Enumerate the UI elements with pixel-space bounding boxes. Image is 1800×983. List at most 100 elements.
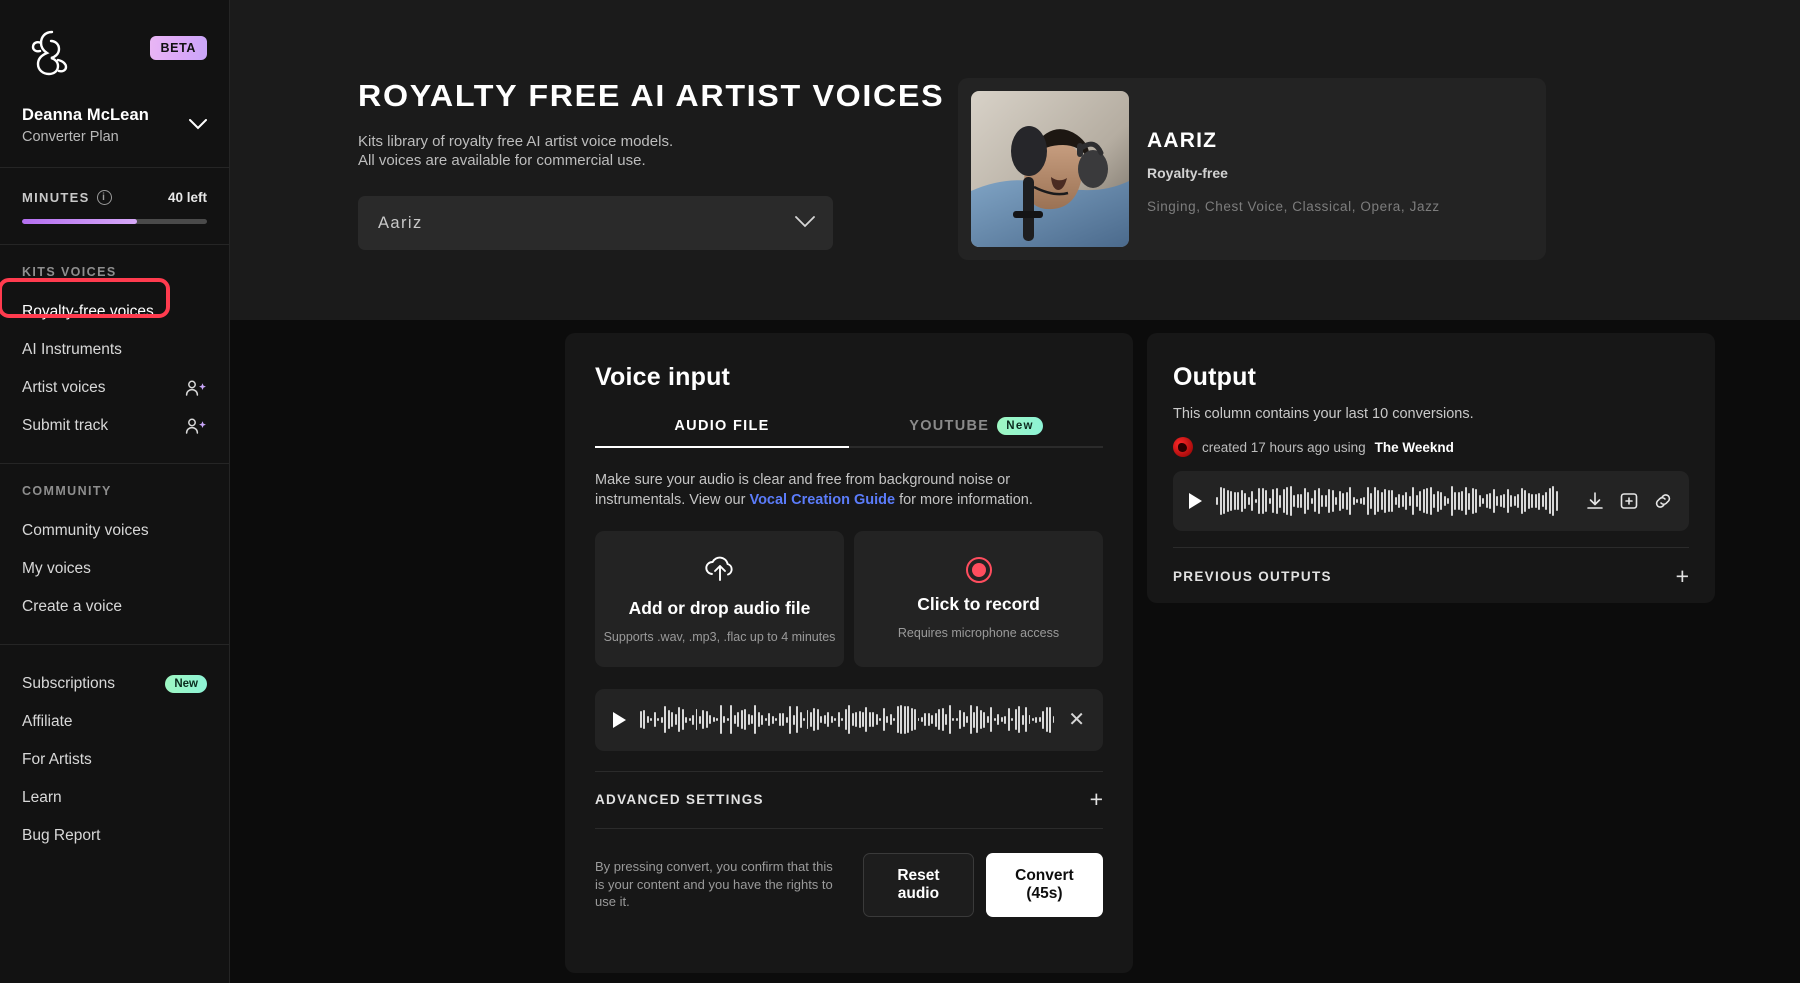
download-icon[interactable] [1585,491,1605,511]
tab-youtube[interactable]: YOUTUBENew [849,418,1103,448]
sidebar-item-for-artists[interactable]: For Artists [0,741,229,779]
copy-link-icon[interactable] [1653,491,1673,511]
save-to-library-icon[interactable] [1619,491,1639,511]
hero-subtitle-line2: All voices are available for commercial … [358,152,646,169]
previous-outputs-label: PREVIOUS OUTPUTS [1173,569,1332,584]
input-methods: Add or drop audio file Supports .wav, .m… [595,531,1103,667]
sidebar-item-artist-voices[interactable]: Artist voices [0,369,229,407]
sidebar-item-learn[interactable]: Learn [0,779,229,817]
voice-card-name: AARIZ [1147,129,1440,153]
created-prefix: created 17 hours ago using [1202,440,1366,455]
close-icon[interactable]: ✕ [1068,710,1085,730]
chevron-down-icon [795,215,815,232]
info-icon[interactable]: i [97,190,112,205]
hero-inner: ROYALTY FREE AI ARTIST VOICES Kits libra… [230,78,1800,260]
app-window: BETA Deanna McLean Converter Plan MINUTE… [0,0,1800,983]
account-switcher[interactable]: Deanna McLean Converter Plan [22,106,207,167]
play-icon[interactable] [613,712,626,728]
content-columns: Voice input AUDIO FILEYOUTUBENew Make su… [230,320,1800,973]
main-content: ROYALTY FREE AI ARTIST VOICES Kits libra… [230,0,1800,983]
output-waveform[interactable] [1216,484,1571,518]
voice-card-tags: Singing, Chest Voice, Classical, Opera, … [1147,199,1440,214]
minutes-progress-track [22,219,207,224]
sidebar-item-create-a-voice[interactable]: Create a voice [0,588,229,626]
sidebar-item-label: AI Instruments [22,341,122,359]
reset-audio-button[interactable]: Reset audio [863,853,974,917]
record-title: Click to record [917,594,1040,615]
sidebar-item-royalty-free-voices[interactable]: Royalty-free voices [0,293,229,331]
sidebar-item-label: For Artists [22,751,92,769]
previous-outputs-toggle[interactable]: PREVIOUS OUTPUTS + [1173,547,1689,605]
plus-icon: + [1676,565,1689,588]
minutes-row: MINUTES i 40 left [22,190,207,205]
output-description: This column contains your last 10 conver… [1173,406,1689,422]
sidebar-item-label: Submit track [22,417,108,435]
sidebar-top: BETA Deanna McLean Converter Plan [0,0,229,167]
new-badge: New [165,675,207,693]
input-waveform[interactable] [640,703,1054,737]
hero-subtitle-line1: Kits library of royalty free AI artist v… [358,133,673,150]
advanced-settings-toggle[interactable]: ADVANCED SETTINGS + [595,771,1103,829]
input-audio-player[interactable]: ✕ [595,689,1103,751]
sidebar-item-label: Artist voices [22,379,106,397]
selected-voice-card[interactable]: AARIZ Royalty-free Singing, Chest Voice,… [958,78,1546,260]
sidebar-item-label: Royalty-free voices [22,303,154,321]
sidebar-item-community-voices[interactable]: Community voices [0,512,229,550]
voice-input-hint: Make sure your audio is clear and free f… [595,470,1103,511]
sidebar-group-heading: KITS VOICES [0,265,229,293]
voice-select[interactable]: Aariz [358,196,833,250]
play-icon[interactable] [1189,493,1202,509]
chevron-down-icon[interactable] [189,118,207,134]
action-buttons: Reset audio Convert (45s) [863,853,1103,917]
minutes-label: MINUTES i [22,190,112,205]
minutes-progress-fill [22,219,137,224]
sidebar-group: Subscriptions New Affiliate For Artists Lear… [0,645,229,873]
record-button[interactable]: Click to record Requires microphone acce… [854,531,1103,667]
sidebar-group: KITS VOICES Royalty-free voices AI Instrum… [0,245,229,463]
upload-title: Add or drop audio file [629,598,811,619]
person-sparkle-icon [185,417,207,435]
record-icon [966,557,992,583]
sidebar-item-ai-instruments[interactable]: AI Instruments [0,331,229,369]
sidebar-item-subscriptions[interactable]: Subscriptions New [0,665,229,703]
hero-left: ROYALTY FREE AI ARTIST VOICES Kits libra… [358,78,918,260]
page-title: ROYALTY FREE AI ARTIST VOICES [358,78,940,114]
upload-subtitle: Supports .wav, .mp3, .flac up to 4 minut… [604,630,836,644]
cloud-upload-icon [703,554,737,587]
sidebar-group: COMMUNITYCommunity voicesMy voicesCreate… [0,464,229,644]
person-sparkle-icon [185,379,207,397]
account-info: Deanna McLean Converter Plan [22,106,149,145]
output-created-meta: created 17 hours ago using The Weeknd [1173,437,1689,457]
output-panel: Output This column contains your last 10… [1147,333,1715,603]
vocal-creation-guide-link[interactable]: Vocal Creation Guide [749,492,895,508]
sidebar-item-label: Create a voice [22,598,122,616]
sidebar-nav: KITS VOICES Royalty-free voices AI Instrum… [0,245,229,873]
plus-icon: + [1090,788,1103,811]
minutes-remaining: 40 left [168,190,207,205]
record-subtitle: Requires microphone access [898,626,1059,640]
tab-audio-file[interactable]: AUDIO FILE [595,418,849,448]
sidebar: BETA Deanna McLean Converter Plan MINUTE… [0,0,230,983]
upload-dropzone[interactable]: Add or drop audio file Supports .wav, .m… [595,531,844,667]
sidebar-item-bug-report[interactable]: Bug Report [0,817,229,855]
new-badge: New [997,417,1043,435]
beta-badge: BETA [150,36,208,60]
voice-thumbnail [971,91,1129,247]
voice-select-value: Aariz [378,214,423,233]
voice-input-title: Voice input [595,363,1103,392]
sidebar-item-label: Subscriptions [22,675,115,693]
minutes-label-text: MINUTES [22,190,90,205]
sidebar-item-submit-track[interactable]: Submit track [0,407,229,445]
logo-row: BETA [22,26,207,78]
sidebar-item-label: Affiliate [22,713,73,731]
created-artist: The Weeknd [1375,440,1454,455]
minutes-meter: MINUTES i 40 left [0,168,229,244]
convert-button[interactable]: Convert (45s) [986,853,1103,917]
voice-card-type: Royalty-free [1147,165,1440,181]
sidebar-item-my-voices[interactable]: My voices [0,550,229,588]
voice-card-meta: AARIZ Royalty-free Singing, Chest Voice,… [1147,125,1440,214]
sidebar-item-affiliate[interactable]: Affiliate [0,703,229,741]
output-audio-player[interactable] [1173,471,1689,531]
voice-input-tabs: AUDIO FILEYOUTUBENew [595,418,1103,448]
output-title: Output [1173,363,1689,392]
